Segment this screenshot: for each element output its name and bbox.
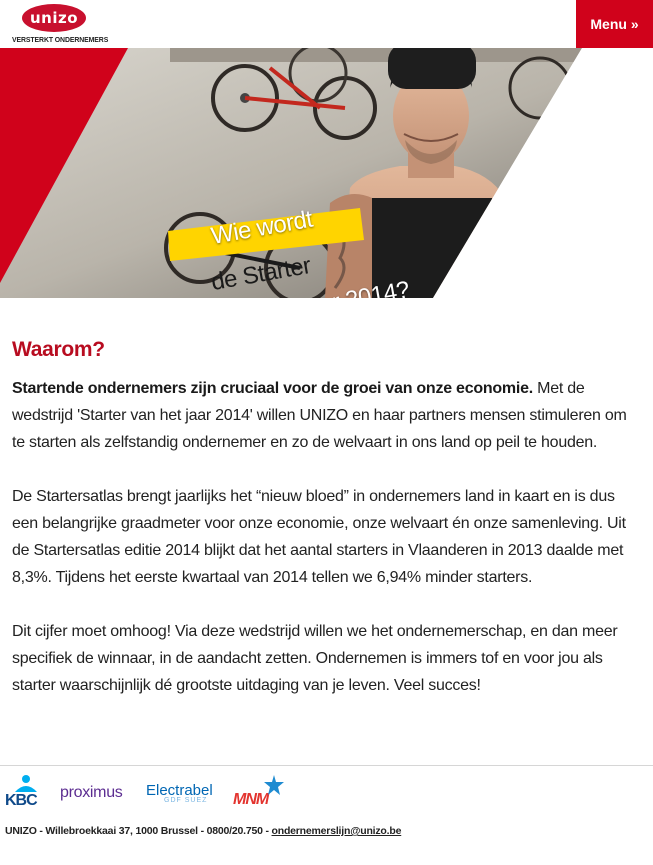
electrabel-logo[interactable]: Electrabel GDF SUEZ [146, 772, 213, 814]
paragraph-closing: Dit cijfer moet omhoog! Via deze wedstri… [12, 623, 618, 694]
site-header: unizo VERSTERKT ONDERNEMERS Menu » [0, 0, 653, 48]
intro-bold-statement: Startende ondernemers zijn cruciaal voor… [12, 380, 533, 397]
sponsor-logos: KBC proximus Electrabel GDF SUEZ MNM [0, 772, 653, 817]
footer-email-link[interactable]: ondernemerslijn@unizo.be [272, 825, 402, 837]
footer-contact: UNIZO - Willebroekkaai 37, 1000 Brussel … [5, 825, 401, 837]
main-content: Waarom? Startende ondernemers zijn cruci… [12, 338, 642, 726]
kbc-person-icon [15, 775, 37, 792]
electrabel-sublabel: GDF SUEZ [164, 797, 208, 804]
hero-illustration [0, 48, 653, 298]
footer-divider [0, 765, 653, 766]
intro-paragraph: Startende ondernemers zijn cruciaal voor… [12, 375, 642, 456]
star-icon [264, 775, 284, 795]
logo-text: unizo [29, 9, 79, 27]
kbc-label: KBC [5, 792, 38, 809]
unizo-logo-mark: unizo [22, 4, 86, 32]
proximus-logo[interactable]: proximus [60, 772, 123, 814]
unizo-logo[interactable]: unizo VERSTERKT ONDERNEMERS [12, 4, 108, 44]
section-heading: Waarom? [12, 338, 105, 361]
footer-address: UNIZO - Willebroekkaai 37, 1000 Brussel … [5, 825, 272, 837]
mnm-logo[interactable]: MNM [233, 772, 284, 814]
menu-button[interactable]: Menu » [576, 0, 653, 48]
hero-banner: Wie wordt de Starter van het Jaar 2014? [0, 48, 653, 298]
kbc-logo[interactable]: KBC [5, 772, 47, 814]
paragraph-startersatlas: De Startersatlas brengt jaarlijks het “n… [12, 488, 626, 586]
logo-tagline: VERSTERKT ONDERNEMERS [12, 35, 109, 44]
